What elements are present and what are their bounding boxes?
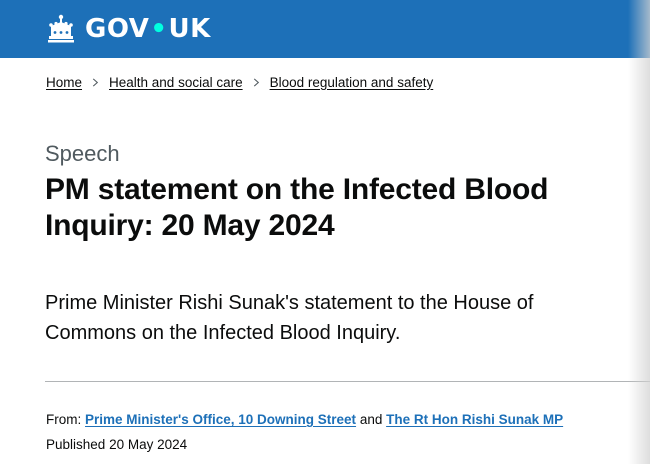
logo-text-uk: UK [168,14,211,44]
breadcrumb: Home Health and social care Blood regula… [46,72,433,92]
published-label: Published [46,437,106,452]
and-text: and [359,412,383,427]
breadcrumb-health-and-social-care[interactable]: Health and social care [109,75,243,90]
scroll-edge-shadow [628,0,650,464]
from-metadata: From: Prime Minister's Office, 10 Downin… [46,410,563,430]
published-metadata: Published 20 May 2024 [46,435,187,455]
chevron-right-icon [253,77,259,87]
breadcrumb-home[interactable]: Home [46,75,82,90]
crown-icon [48,14,74,43]
logo-text: GOV•UK [85,12,211,46]
breadcrumb-blood-regulation-and-safety[interactable]: Blood regulation and safety [270,75,434,90]
from-org-link-rishi-sunak[interactable]: The Rt Hon Rishi Sunak MP [386,412,563,427]
chevron-right-icon [92,77,99,87]
site-header: GOV•UK [0,0,650,58]
divider [45,381,650,382]
from-label: From: [46,412,82,427]
logo-text-gov: GOV [85,14,150,44]
page-caption: Speech [45,141,120,166]
page-lead-summary: Prime Minister Rishi Sunak's statement t… [45,292,534,344]
published-date: 20 May 2024 [109,437,188,452]
from-org-link-pm-office[interactable]: Prime Minister's Office, 10 Downing Stre… [85,412,356,427]
logo-dot: • [150,14,168,44]
page-title: PM statement on the Infected Blood Inqui… [45,173,549,242]
govuk-logo-link[interactable]: GOV•UK [45,12,211,46]
